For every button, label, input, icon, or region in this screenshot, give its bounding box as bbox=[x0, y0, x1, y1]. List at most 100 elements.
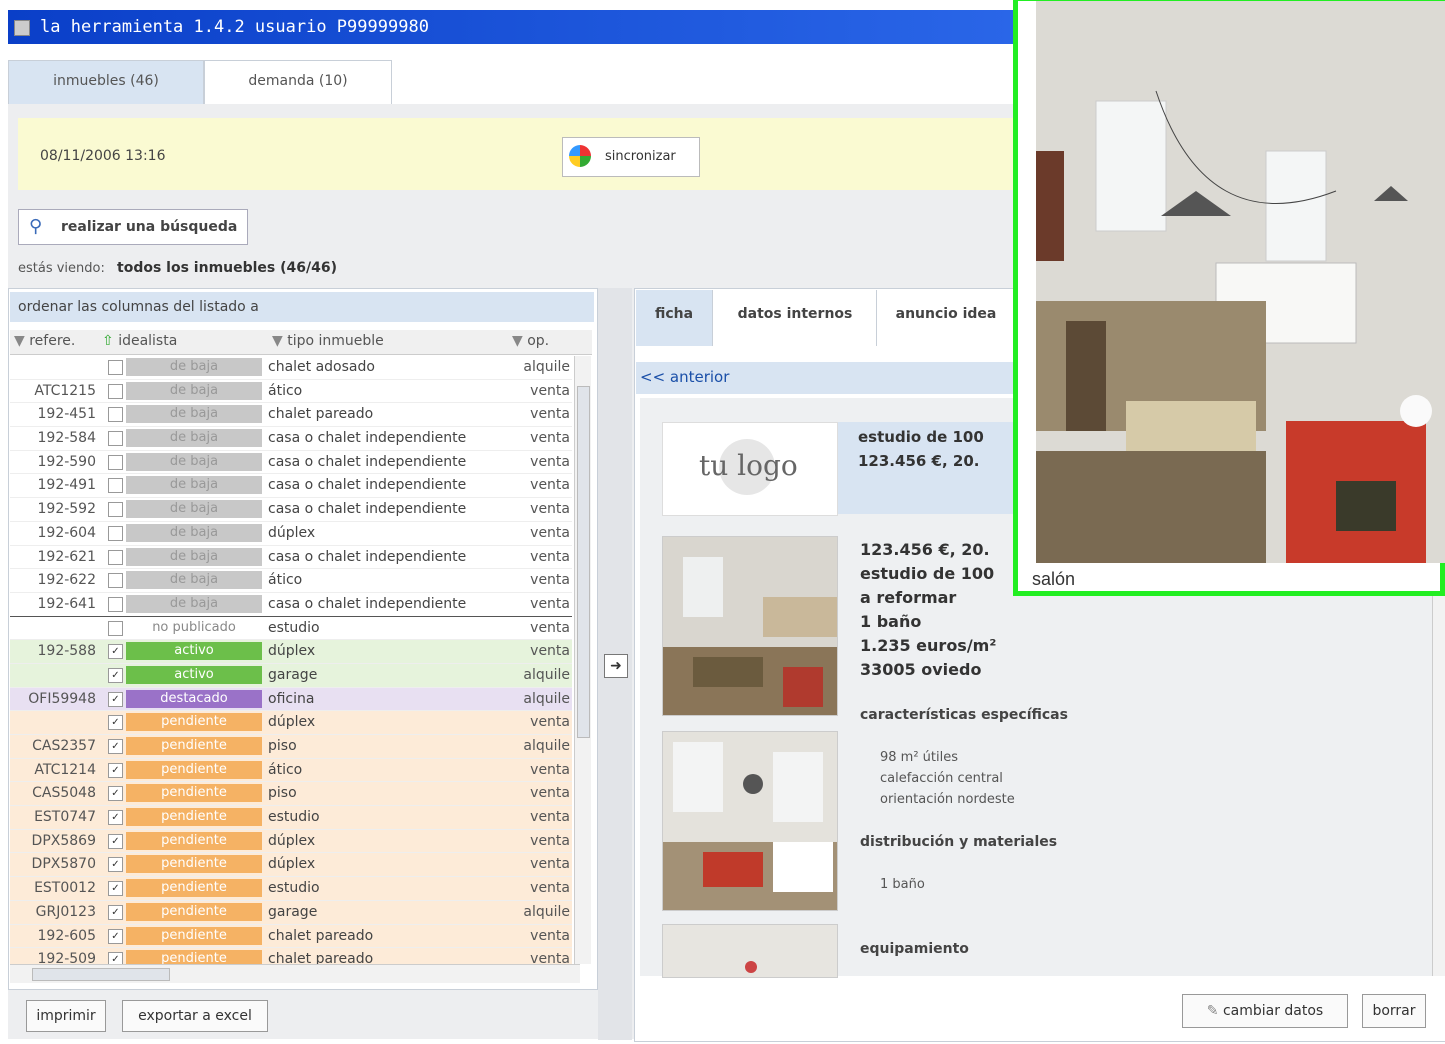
table-row[interactable]: 192-584 de baja casa o chalet independient… bbox=[10, 427, 572, 451]
row-checkbox[interactable]: ✓ bbox=[108, 881, 123, 897]
table-row[interactable]: CAS2357 ✓ pendiente piso alquile bbox=[10, 735, 572, 759]
status-badge: pendiente bbox=[126, 808, 262, 827]
table-row[interactable]: 192-621 de baja casa o chalet independient… bbox=[10, 545, 572, 570]
sort-bar[interactable]: ordenar las columnas del listado a bbox=[10, 292, 594, 322]
row-checkbox[interactable]: ✓ bbox=[108, 762, 123, 778]
table-row[interactable]: 192-491 de baja casa o chalet independient… bbox=[10, 474, 572, 499]
cell-type: dúplex bbox=[268, 643, 316, 660]
cell-operation: venta bbox=[530, 832, 570, 849]
row-checkbox[interactable] bbox=[108, 431, 123, 447]
table-row[interactable]: 192-622 de baja ático venta bbox=[10, 569, 572, 593]
export-excel-button[interactable]: exportar a excel bbox=[122, 1000, 268, 1032]
row-checkbox[interactable] bbox=[108, 478, 123, 494]
change-data-button[interactable]: ✎ cambiar datos bbox=[1182, 994, 1348, 1028]
table-row[interactable]: EST0747 ✓ pendiente estudio venta bbox=[10, 806, 572, 830]
row-checkbox[interactable]: ✓ bbox=[108, 904, 123, 920]
scroll-thumb[interactable] bbox=[577, 386, 590, 738]
row-checkbox[interactable]: ✓ bbox=[108, 644, 123, 660]
row-checkbox[interactable]: ✓ bbox=[108, 739, 123, 754]
tab-inmuebles[interactable]: inmuebles (46) bbox=[8, 60, 204, 105]
row-checkbox[interactable]: ✓ bbox=[108, 833, 123, 849]
scroll-thumb[interactable] bbox=[32, 968, 170, 981]
table-row[interactable]: 192-509 ✓ pendiente chalet pareado venta bbox=[10, 948, 572, 964]
print-button[interactable]: imprimir bbox=[26, 1000, 106, 1032]
table-row[interactable]: DPX5869 ✓ pendiente dúplex venta bbox=[10, 829, 572, 854]
table-row[interactable]: 192-592 de baja casa o chalet independient… bbox=[10, 498, 572, 522]
row-checkbox[interactable]: ✓ bbox=[108, 952, 123, 964]
table-row[interactable]: 192-588 ✓ activo dúplex venta bbox=[10, 640, 572, 664]
table-row[interactable]: de baja chalet adosado alquile bbox=[10, 356, 572, 380]
table-row[interactable]: ✓ activo garage alquile bbox=[10, 663, 572, 688]
photo-popup[interactable]: salón bbox=[1013, 0, 1445, 596]
cell-type: garage bbox=[268, 666, 318, 683]
row-checkbox[interactable]: ✓ bbox=[108, 691, 123, 707]
tab-datos-internos[interactable]: datos internos bbox=[714, 290, 877, 346]
row-checkbox[interactable] bbox=[108, 383, 123, 399]
row-checkbox[interactable] bbox=[108, 407, 123, 423]
table-row[interactable]: 192-641 de baja casa o chalet independient… bbox=[10, 592, 572, 617]
cell-ref: EST0747 bbox=[34, 809, 96, 826]
tab-anuncio[interactable]: anuncio idea bbox=[878, 290, 1015, 346]
table-row[interactable]: 192-604 de baja dúplex venta bbox=[10, 521, 572, 546]
section-distribution-title: distribución y materiales bbox=[860, 834, 1058, 850]
cell-operation: venta bbox=[530, 951, 570, 964]
summary-price: 123.456 €, 20. bbox=[860, 540, 990, 559]
table-row[interactable]: ATC1215 de baja ático venta bbox=[10, 379, 572, 404]
cell-operation: venta bbox=[530, 761, 570, 778]
tab-demanda[interactable]: demanda (10) bbox=[204, 60, 392, 106]
photo-caption: salón bbox=[1032, 569, 1076, 589]
col-ref-header[interactable]: ▼ refere. bbox=[14, 333, 75, 349]
cell-type: garage bbox=[268, 903, 318, 920]
list-horizontal-scrollbar[interactable] bbox=[10, 964, 580, 983]
arrow-right-icon[interactable]: ➜ bbox=[604, 654, 628, 678]
status-badge: de baja bbox=[126, 594, 262, 613]
sync-button[interactable]: sincronizar bbox=[562, 137, 700, 177]
table-row[interactable]: DPX5870 ✓ pendiente dúplex venta bbox=[10, 853, 572, 878]
table-row[interactable]: ✓ pendiente dúplex venta bbox=[10, 711, 572, 735]
table-row[interactable]: GRJ0123 ✓ pendiente garage alquile bbox=[10, 900, 572, 925]
search-button[interactable]: ⚲ realizar una búsqueda bbox=[18, 209, 248, 245]
row-checkbox[interactable] bbox=[108, 525, 123, 541]
row-checkbox[interactable]: ✓ bbox=[108, 667, 123, 683]
row-checkbox[interactable]: ✓ bbox=[108, 810, 123, 826]
table-row[interactable]: 192-451 de baja chalet pareado venta bbox=[10, 403, 572, 428]
cell-type: casa o chalet independiente bbox=[268, 501, 467, 518]
app-icon bbox=[14, 20, 30, 36]
cell-type: casa o chalet independiente bbox=[268, 430, 467, 447]
photo-thumbnail[interactable] bbox=[662, 731, 838, 911]
table-row[interactable]: OFI59948 ✓ destacado oficina alquile bbox=[10, 687, 572, 712]
list-vertical-scrollbar[interactable] bbox=[574, 356, 591, 964]
row-checkbox[interactable] bbox=[108, 502, 123, 518]
cell-operation: venta bbox=[530, 430, 570, 447]
photo-thumbnail[interactable] bbox=[662, 924, 838, 978]
status-badge: de baja bbox=[126, 452, 262, 471]
table-row[interactable]: 192-605 ✓ pendiente chalet pareado venta bbox=[10, 924, 572, 949]
row-checkbox[interactable] bbox=[108, 360, 123, 375]
table-row[interactable]: ATC1214 ✓ pendiente ático venta bbox=[10, 758, 572, 783]
row-checkbox[interactable] bbox=[108, 620, 123, 636]
row-checkbox[interactable] bbox=[108, 596, 123, 612]
row-checkbox[interactable] bbox=[108, 573, 123, 589]
col-idealista-header[interactable]: ⇧ idealista bbox=[102, 333, 177, 349]
cell-operation: venta bbox=[530, 548, 570, 565]
row-checkbox[interactable]: ✓ bbox=[108, 715, 123, 731]
table-row[interactable]: 192-590 de baja casa o chalet independient… bbox=[10, 450, 572, 475]
col-type-header[interactable]: ▼ tipo inmueble bbox=[272, 333, 384, 349]
row-checkbox[interactable]: ✓ bbox=[108, 928, 123, 944]
row-checkbox[interactable] bbox=[108, 549, 123, 565]
tab-ficha[interactable]: ficha bbox=[636, 290, 713, 346]
table-row[interactable]: no publicado estudio venta bbox=[10, 615, 572, 642]
window-title: la herramienta 1.4.2 usuario P99999980 bbox=[40, 17, 429, 37]
feature-item: 98 m² útiles bbox=[880, 750, 959, 765]
row-checkbox[interactable]: ✓ bbox=[108, 786, 123, 802]
previous-link[interactable]: << anterior bbox=[640, 368, 729, 386]
col-op-header[interactable]: ▼ op. bbox=[512, 333, 549, 349]
delete-button[interactable]: borrar bbox=[1362, 994, 1426, 1028]
photo-thumbnail[interactable] bbox=[662, 536, 838, 716]
table-row[interactable]: CAS5048 ✓ pendiente piso venta bbox=[10, 782, 572, 807]
cell-operation: alquile bbox=[523, 903, 570, 920]
row-checkbox[interactable]: ✓ bbox=[108, 857, 123, 873]
status-badge: no publicado bbox=[126, 618, 262, 637]
table-row[interactable]: EST0012 ✓ pendiente estudio venta bbox=[10, 877, 572, 901]
row-checkbox[interactable] bbox=[108, 454, 123, 470]
